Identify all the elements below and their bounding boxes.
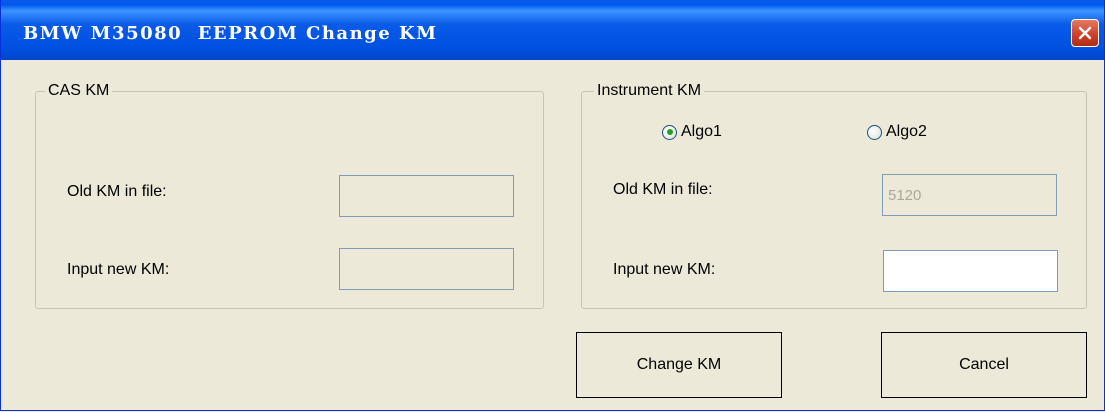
- dialog-window: BMW M35080 EEPROM Change KM CAS KM Old K…: [0, 0, 1105, 411]
- instrument-km-legend: Instrument KM: [594, 81, 705, 101]
- cas-old-km-field: [339, 175, 514, 217]
- cas-old-km-label: Old KM in file:: [67, 183, 167, 200]
- algo1-label[interactable]: Algo1: [681, 123, 722, 141]
- instrument-new-km-label: Input new KM:: [613, 261, 716, 278]
- instrument-new-km-input[interactable]: [883, 250, 1058, 292]
- close-button[interactable]: [1071, 19, 1099, 47]
- change-km-button[interactable]: Change KM: [576, 332, 782, 398]
- cas-km-legend: CAS KM: [45, 81, 113, 101]
- cas-new-km-field: [339, 248, 514, 290]
- algo2-radio[interactable]: Algo2: [867, 123, 927, 141]
- algo1-radio-indicator[interactable]: [662, 124, 677, 140]
- cas-new-km-label: Input new KM:: [67, 261, 170, 278]
- instrument-old-km-label: Old KM in file:: [613, 181, 713, 198]
- algo2-radio-indicator[interactable]: [867, 124, 882, 140]
- algo2-label[interactable]: Algo2: [886, 123, 927, 141]
- instrument-old-km-field: [882, 174, 1057, 216]
- algo1-radio[interactable]: Algo1: [662, 123, 722, 141]
- title-bar[interactable]: BMW M35080 EEPROM Change KM: [1, 0, 1104, 60]
- window-title: BMW M35080 EEPROM Change KM: [23, 23, 438, 44]
- cancel-button[interactable]: Cancel: [881, 332, 1087, 398]
- close-icon: [1078, 26, 1092, 40]
